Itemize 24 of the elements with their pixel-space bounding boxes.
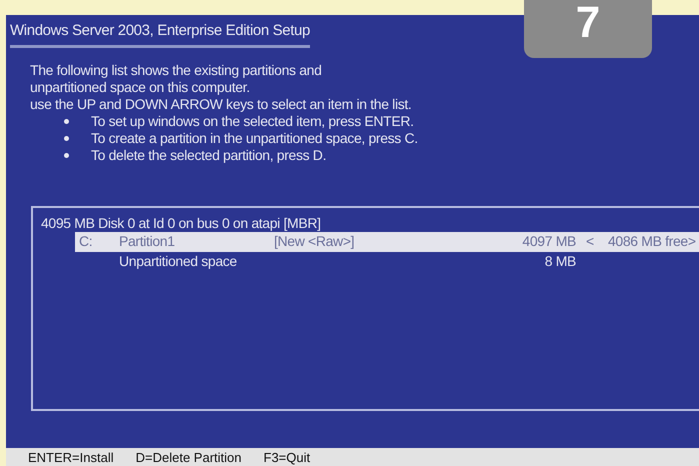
partition-type: [New <Raw>] [274,232,356,251]
partition-row[interactable]: C: Partition1 [New <Raw>] 4097 MB < 4086 MB free> [75,232,699,252]
bullet-icon [64,136,69,140]
step-badge: 7 [524,0,652,58]
partition-row[interactable]: Unpartitioned space 8 MB [75,252,699,272]
partition-size: 8 MB [544,252,576,271]
disk-label: 4095 MB Disk 0 at Id 0 on bus 0 on atapi [MBR] [41,214,322,232]
instruction-text: The following list shows the existing partitions and [30,62,323,78]
key-hint: D=Delete Partition [136,449,242,466]
bullet-icon [64,152,69,158]
bullet-text: To set up windows on the selected item, press ENTER. [91,112,414,130]
bullet-text: To delete the selected partition, press D. [91,146,326,164]
instruction-text: unpartitioned space on this computer. [30,78,251,96]
key-hint: ENTER=Install [28,449,114,466]
key-hint: F3=Quit [264,449,310,466]
instruction-text: use the UP and DOWN ARROW keys to select an item in the list. [30,96,412,112]
drive-letter: C: [78,232,94,251]
window-title: Windows Server 2003, Enterprise Edition Setup [10,20,310,48]
partition-name: Unpartitioned space [119,252,238,271]
partition-name: Partition1 [119,232,176,251]
partition-size: 4097 MB [521,232,576,251]
bullet-text: To create a partition in the unpartitioned space, press C. [91,130,418,146]
free-space: < 4086 MB free> [585,232,696,251]
bullet-icon [64,118,69,124]
